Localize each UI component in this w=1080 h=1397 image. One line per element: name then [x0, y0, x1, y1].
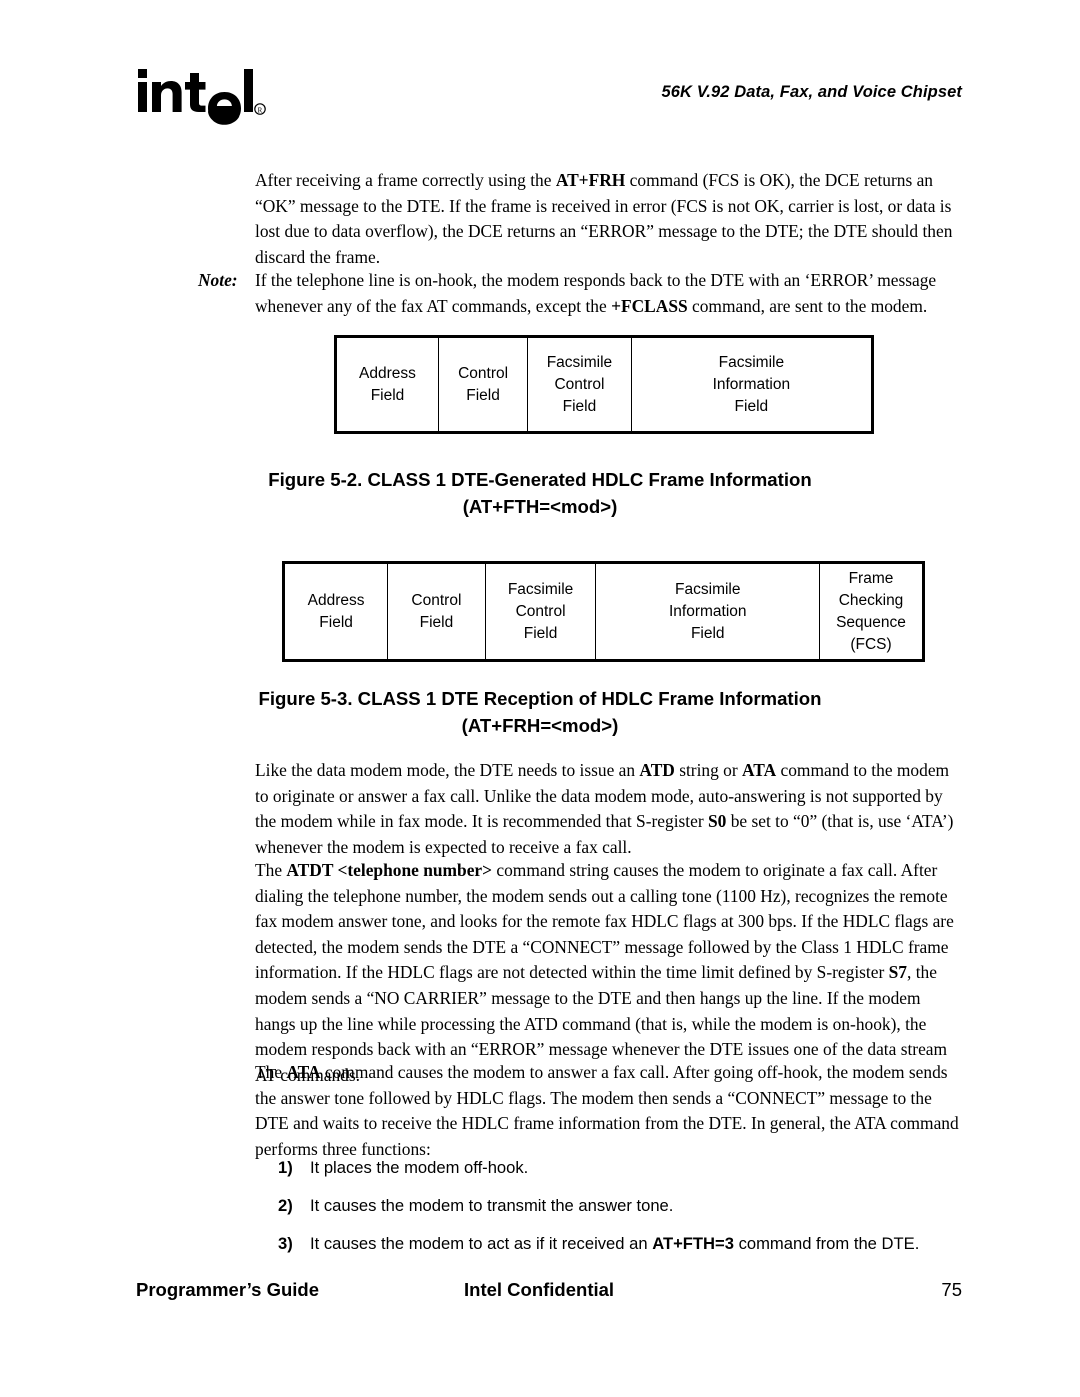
paragraph-atd-ata-origination: Like the data modem mode, the DTE needs … — [255, 760, 954, 857]
list-item-number: 3) — [278, 1234, 293, 1253]
list-item-number: 2) — [278, 1196, 293, 1215]
frame-field-line: Address — [307, 591, 365, 609]
note-label: Note: — [198, 270, 238, 290]
frame-field-line: Facsimile — [675, 580, 741, 598]
figure-5-2-caption-line1: Figure 5-2. CLASS 1 DTE-Generated HDLC F… — [268, 469, 812, 490]
footer-page-number: 75 — [941, 1279, 962, 1300]
list-item-text: It causes the modem to act as if it rece… — [310, 1234, 920, 1253]
list-item-number: 1) — [278, 1158, 293, 1177]
frame-field-line: Facsimile — [718, 353, 785, 371]
frame-field-line: Field — [734, 397, 769, 415]
frame-field-line: Field — [319, 613, 353, 631]
frame-field-line: Address — [359, 364, 416, 382]
document-page: R 56K V.92 Data, Fax, and Voice Chipset … — [0, 0, 1080, 1397]
footer-guide-label: Programmer’s Guide — [136, 1279, 320, 1300]
frame-field-cell: Control Field — [439, 338, 529, 431]
frame-field-line: Information — [668, 602, 747, 620]
footer-confidential-label: Intel Confidential — [464, 1279, 615, 1300]
frame-field-cell: Frame Checking Sequence (FCS) — [820, 564, 922, 659]
frame-field-line: Facsimile — [546, 353, 613, 371]
frame-field-line: Field — [466, 386, 500, 404]
list-item-text: It causes the modem to transmit the answ… — [310, 1196, 674, 1215]
frame-field-cell: Facsimile Information Field — [596, 564, 821, 659]
frame-field-line: Field — [370, 386, 405, 404]
frame-field-line: Field — [690, 624, 725, 642]
frame-field-line: Information — [712, 375, 791, 393]
frame-field-line: Control — [411, 591, 462, 609]
frame-field-line: Control — [554, 375, 605, 393]
page-footer: Programmer’s Guide Intel Confidential 75 — [0, 1279, 1080, 1309]
list-item: 1) It places the modem off-hook. — [278, 1157, 978, 1195]
frame-field-line: Control — [515, 602, 566, 620]
ata-functions-list: 1) It places the modem off-hook. 2) It caus… — [278, 1157, 978, 1271]
svg-text:R: R — [258, 106, 263, 114]
hdlc-frame-diagram-frh: Address Field Control Field Facsimile Control… — [282, 561, 925, 662]
paragraph-ata-answering: The ATA command causes the modem to answ… — [255, 1062, 959, 1159]
paragraph-atfrh-frame-handling: After receiving a frame correctly using … — [255, 170, 953, 267]
note-text: If the telephone line is on-hook, the mo… — [255, 270, 937, 316]
frame-field-cell: Facsimile Information Field — [632, 338, 871, 431]
intel-logo: R — [136, 65, 266, 127]
frame-field-line: Checking — [838, 591, 904, 609]
frame-field-line: Control — [458, 364, 509, 382]
hdlc-frame-diagram-fth: Address Field Control Field Facsimile Control… — [334, 335, 874, 434]
frame-field-line: Frame — [848, 569, 894, 587]
frame-field-line: Sequence — [836, 613, 906, 631]
page-header: R 56K V.92 Data, Fax, and Voice Chipset — [0, 60, 1080, 130]
list-item: 2) It causes the modem to transmit the an… — [278, 1195, 978, 1233]
frame-field-cell: Address Field — [285, 564, 389, 659]
frame-field-cell: Facsimile Control Field — [486, 564, 597, 659]
figure-5-3-caption-line1: Figure 5-3. CLASS 1 DTE Reception of HDL… — [258, 688, 822, 709]
paragraph-atdt-dialing: The ATDT <telephone number> command stri… — [255, 860, 954, 1085]
figure-5-2-caption: Figure 5-2. CLASS 1 DTE-Generated HDLC F… — [240, 466, 840, 520]
frame-field-line: Field — [523, 624, 558, 642]
frame-field-cell: Address Field — [337, 338, 439, 431]
frame-field-line: (FCS) — [850, 635, 892, 653]
figure-5-3-caption-line2: (AT+FRH=<mod>) — [461, 715, 619, 736]
frame-field-cell: Facsimile Control Field — [528, 338, 632, 431]
frame-field-line: Facsimile — [507, 580, 574, 598]
figure-5-2-caption-line2: (AT+FTH=<mod>) — [462, 496, 618, 517]
header-document-title: 56K V.92 Data, Fax, and Voice Chipset — [661, 83, 962, 101]
list-item-text: It places the modem off-hook. — [310, 1158, 529, 1177]
figure-5-3-caption: Figure 5-3. CLASS 1 DTE Reception of HDL… — [240, 685, 840, 739]
frame-field-cell: Control Field — [388, 564, 486, 659]
frame-field-line: Field — [562, 397, 597, 415]
list-item: 3) It causes the modem to act as if it re… — [278, 1233, 978, 1271]
frame-field-line: Field — [419, 613, 454, 631]
